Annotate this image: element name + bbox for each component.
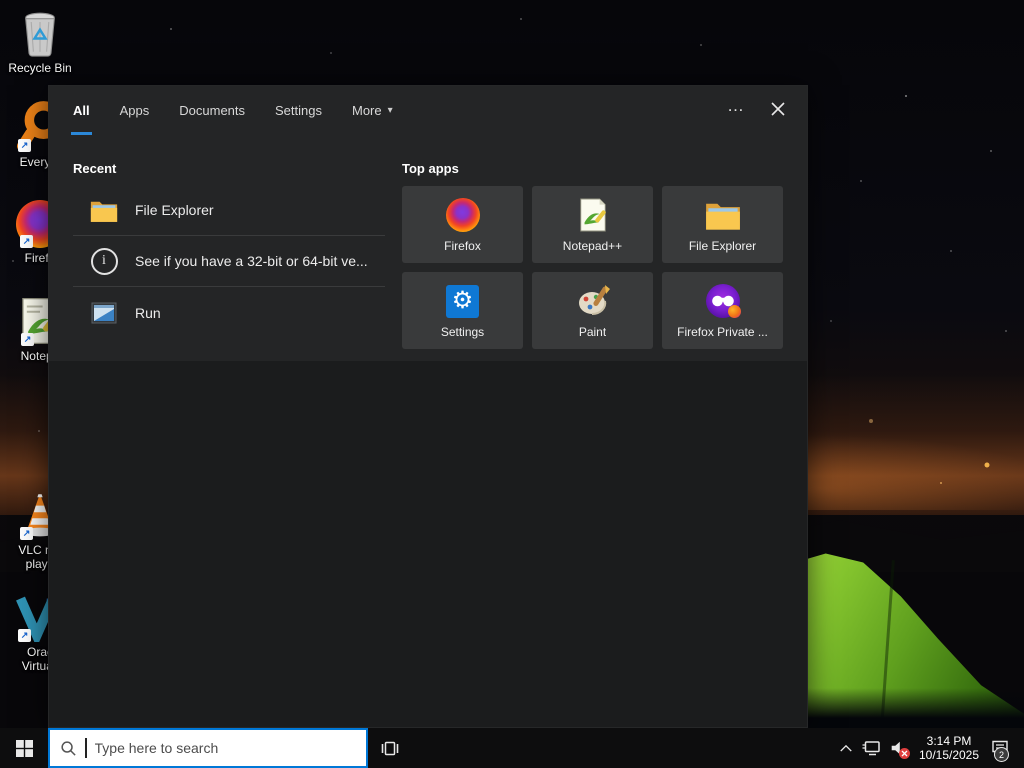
top-app-notepadpp[interactable]: Notepad++ xyxy=(532,186,653,263)
recent-item-label: File Explorer xyxy=(135,202,214,218)
top-app-file-explorer[interactable]: File Explorer xyxy=(662,186,783,263)
firefox-private-mask-icon xyxy=(705,282,741,320)
mute-x-icon xyxy=(899,748,910,759)
chevron-down-icon: ▾ xyxy=(387,104,393,116)
ethernet-network-icon xyxy=(862,740,880,755)
tab-all[interactable]: All xyxy=(71,86,92,135)
tray-volume-muted[interactable] xyxy=(885,728,911,768)
taskbar-clock[interactable]: 3:14 PM 10/15/2025 xyxy=(911,734,987,762)
recent-item-run[interactable]: Run xyxy=(73,287,385,338)
tab-settings[interactable]: Settings xyxy=(273,86,324,135)
tab-apps[interactable]: Apps xyxy=(118,86,152,135)
search-icon xyxy=(61,740,76,756)
system-tray: 3:14 PM 10/15/2025 2 xyxy=(833,728,1024,768)
desktop-icon-recycle-bin[interactable]: Recycle Bin xyxy=(2,6,78,75)
recent-item-label: See if you have a 32-bit or 64-bit ve... xyxy=(135,253,368,269)
more-options-icon[interactable]: … xyxy=(727,96,745,116)
windows-logo-icon xyxy=(15,739,33,757)
shortcut-arrow-icon: ↗ xyxy=(21,333,34,346)
recent-section: Recent File Explorer i See if you have a… xyxy=(73,135,385,349)
firefox-icon xyxy=(445,196,480,234)
top-app-firefox-private[interactable]: Firefox Private ... xyxy=(662,272,783,349)
info-icon: i xyxy=(89,247,119,275)
tray-network[interactable] xyxy=(859,728,885,768)
close-icon[interactable] xyxy=(771,101,785,116)
recent-item-search-suggestion[interactable]: i See if you have a 32-bit or 64-bit ve.… xyxy=(73,236,385,287)
top-apps-header: Top apps xyxy=(402,161,459,176)
top-app-firefox[interactable]: Firefox xyxy=(402,186,523,263)
notification-badge: 2 xyxy=(994,747,1009,762)
recycle-bin-icon xyxy=(18,6,62,58)
shortcut-arrow-icon: ↗ xyxy=(18,139,31,152)
recent-item-label: Run xyxy=(135,304,161,321)
run-icon xyxy=(89,302,119,324)
desktop: Recycle Bin ↗ Everyth ↗ Firefo ↗ Notepa … xyxy=(0,0,1024,768)
shortcut-arrow-icon: ↗ xyxy=(18,629,31,642)
tab-documents[interactable]: Documents xyxy=(177,86,247,135)
settings-gear-icon: ⚙ xyxy=(446,282,479,320)
desktop-icon-label: Recycle Bin xyxy=(8,61,72,75)
recent-item-file-explorer[interactable]: File Explorer xyxy=(73,185,385,236)
wallpaper-stars xyxy=(0,0,2,2)
task-view-icon xyxy=(381,741,399,755)
clock-time: 3:14 PM xyxy=(926,734,972,748)
top-apps-section: Top apps Firefox Notepad++ File Explorer… xyxy=(402,135,783,349)
search-input[interactable] xyxy=(94,740,356,756)
text-caret xyxy=(85,738,87,758)
task-view-button[interactable] xyxy=(368,728,412,768)
shortcut-arrow-icon: ↗ xyxy=(20,527,33,540)
top-app-settings[interactable]: ⚙ Settings xyxy=(402,272,523,349)
start-button[interactable] xyxy=(0,728,48,768)
taskbar-search-box[interactable] xyxy=(48,728,368,768)
taskbar: 3:14 PM 10/15/2025 2 xyxy=(0,728,1024,768)
search-tabs: All Apps Documents Settings More ▾ … xyxy=(49,86,807,135)
action-center-button[interactable]: 2 xyxy=(987,728,1013,768)
search-flyout-content-area: All Apps Documents Settings More ▾ … Rec… xyxy=(49,86,807,361)
tab-more[interactable]: More ▾ xyxy=(350,86,395,135)
tray-chevron-up[interactable] xyxy=(833,728,859,768)
folder-icon xyxy=(705,196,741,234)
folder-icon xyxy=(89,199,119,222)
search-flyout: All Apps Documents Settings More ▾ … Rec… xyxy=(48,85,808,728)
clock-date: 10/15/2025 xyxy=(918,748,980,762)
top-app-paint[interactable]: Paint xyxy=(532,272,653,349)
chevron-up-icon xyxy=(840,744,852,752)
paint-palette-icon xyxy=(575,282,611,320)
recent-header: Recent xyxy=(73,161,117,176)
shortcut-arrow-icon: ↗ xyxy=(20,235,33,248)
notepadpp-icon xyxy=(577,196,609,234)
